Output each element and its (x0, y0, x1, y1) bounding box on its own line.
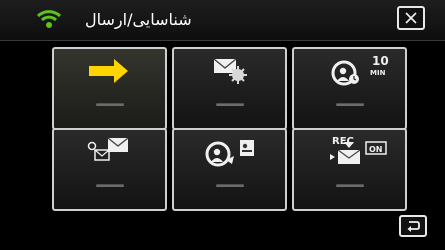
return-arrow-icon (407, 221, 420, 232)
tile-interval-recording[interactable]: 10 MIN ▬▬▬▬▬▬ (292, 47, 407, 130)
camera-10-min-icon: 10 MIN (331, 54, 389, 86)
yellow-right-arrow-icon (89, 59, 128, 83)
tile-send-email[interactable]: ▬▬▬▬▬▬ (52, 128, 167, 211)
tile-rec-email[interactable]: REC ON ▬▬▬▬▬▬ (292, 128, 407, 211)
tile-address-book[interactable]: ▬▬▬▬▬▬ (172, 128, 287, 211)
tile-label: ▬▬▬▬▬▬ (336, 181, 364, 191)
tile-label: ▬▬▬▬▬▬ (216, 100, 244, 110)
close-button[interactable] (397, 6, 425, 30)
tile-label: ▬▬▬▬▬▬ (96, 181, 124, 191)
tile-start-wireless[interactable]: ▬▬▬▬▬▬ (52, 47, 167, 130)
wifi-icon (36, 10, 62, 28)
badge-min: MIN (370, 69, 386, 77)
tile-label: ▬▬▬▬▬▬ (216, 181, 244, 191)
tile-email-settings[interactable]: ▬▬▬▬▬▬ (172, 47, 287, 130)
on-text: ON (369, 145, 383, 154)
close-icon (405, 12, 417, 24)
back-button[interactable] (399, 215, 427, 237)
tile-label: ▬▬▬▬▬▬ (336, 100, 364, 110)
camera-contact-icon (205, 140, 254, 167)
send-mail-icon (87, 137, 129, 161)
mail-gear-icon (213, 58, 247, 84)
page-title: شناسایی/ارسال (85, 10, 192, 29)
title-bar: شناسایی/ارسال (0, 0, 445, 41)
badge-10: 10 (372, 54, 389, 68)
tile-label: ▬▬▬▬▬▬ (96, 100, 124, 110)
rec-on-icon: REC ON (330, 136, 387, 164)
